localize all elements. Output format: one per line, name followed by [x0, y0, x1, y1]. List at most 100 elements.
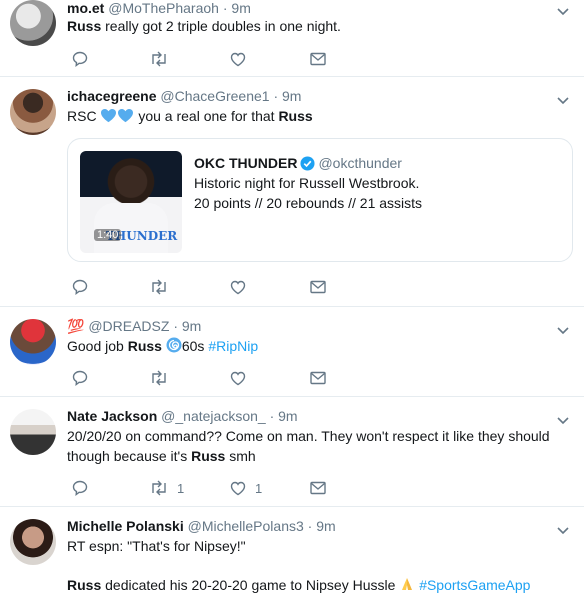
like-button[interactable]: [229, 277, 247, 297]
retweet-icon: [152, 51, 166, 67]
quoted-tweet-card[interactable]: THUNDER 1:40 OKC THUNDER @okcthunder Hist…: [67, 138, 573, 262]
avatar[interactable]: [10, 89, 56, 135]
chevron-down-icon[interactable]: [556, 323, 570, 337]
message-button[interactable]: [309, 277, 327, 297]
tweet[interactable]: 💯 @DREADSZ · 9m Good job Russ 60s #RipNi…: [0, 307, 584, 397]
separator: ·: [269, 408, 275, 424]
avatar[interactable]: [10, 409, 56, 455]
retweet-button[interactable]: [149, 368, 169, 388]
card-display-name[interactable]: OKC THUNDER: [194, 155, 297, 171]
display-name-emoji[interactable]: 💯: [67, 318, 84, 334]
blue-heart-icon: [101, 108, 117, 123]
like-count: 1: [255, 480, 263, 496]
reply-button[interactable]: [71, 277, 89, 297]
card-text-line: 20 points // 20 rebounds // 21 assists: [194, 195, 423, 211]
tweet-text: 20/20/20 on command?? Come on man. They …: [67, 428, 550, 464]
tweet[interactable]: ichacegreene @ChaceGreene1 · 9m RSC you …: [0, 77, 584, 307]
chevron-down-icon[interactable]: [556, 413, 570, 427]
reply-icon: [72, 279, 88, 296]
tweet-text: Good job Russ 60s #RipNip: [67, 337, 259, 354]
retweet-button[interactable]: 1: [149, 478, 184, 498]
chevron-down-icon[interactable]: [556, 93, 570, 107]
envelope-icon: [310, 280, 326, 294]
like-button[interactable]: [229, 368, 247, 388]
username[interactable]: @DREADSZ: [88, 318, 169, 334]
message-button[interactable]: [309, 49, 327, 69]
tweet[interactable]: mo.et @MoThePharaoh · 9m Russ really got…: [0, 0, 584, 77]
separator: ·: [307, 518, 313, 534]
timestamp[interactable]: 9m: [278, 408, 297, 424]
tweet-actions: [67, 49, 367, 69]
like-button[interactable]: [229, 49, 247, 69]
display-name[interactable]: Michelle Polanski: [67, 518, 184, 534]
envelope-icon: [310, 371, 326, 385]
tweet-header: ichacegreene @ChaceGreene1 · 9m: [67, 87, 301, 105]
tweet-header: Nate Jackson @_natejackson_ · 9m: [67, 407, 298, 425]
tweet-text-line: RT espn: "That's for Nipsey!": [67, 538, 246, 554]
tweet-text: Russ really got 2 triple doubles in one …: [67, 18, 341, 34]
envelope-icon: [310, 481, 326, 495]
avatar[interactable]: [10, 519, 56, 565]
retweet-icon: [152, 370, 166, 386]
retweet-button[interactable]: [149, 49, 169, 69]
display-name[interactable]: mo.et: [67, 0, 104, 16]
cyclone-icon: [166, 337, 182, 353]
reply-button[interactable]: [71, 478, 89, 498]
separator: ·: [222, 0, 228, 16]
reply-icon: [72, 370, 88, 387]
avatar[interactable]: [10, 319, 56, 365]
heart-icon: [230, 371, 246, 386]
tweet-actions: [67, 277, 367, 297]
tweet-header: mo.et @MoThePharaoh · 9m: [67, 0, 251, 17]
heart-icon: [230, 280, 246, 295]
tweet[interactable]: Nate Jackson @_natejackson_ · 9m 20/20/2…: [0, 397, 584, 507]
folded-hands-icon: [402, 578, 413, 590]
retweet-icon: [152, 480, 166, 496]
display-name[interactable]: ichacegreene: [67, 88, 157, 104]
avatar[interactable]: [10, 0, 56, 46]
reply-button[interactable]: [71, 368, 89, 388]
timestamp[interactable]: 9m: [316, 518, 335, 534]
card-header: OKC THUNDER @okcthunder: [194, 155, 402, 171]
mention-russ: Russ: [278, 108, 313, 124]
video-duration: 1:40: [94, 229, 122, 241]
chevron-down-icon[interactable]: [556, 523, 570, 537]
reply-button[interactable]: [71, 49, 89, 69]
retweet-button[interactable]: [149, 277, 169, 297]
timestamp[interactable]: 9m: [231, 0, 250, 16]
tweet-header: Michelle Polanski @MichellePolans3 · 9m: [67, 517, 336, 535]
card-username[interactable]: @okcthunder: [318, 155, 401, 171]
verified-badge-icon: [300, 156, 315, 171]
mention-russ: Russ: [67, 577, 102, 593]
hashtag-link[interactable]: #SportsGameApp: [419, 577, 530, 593]
retweet-count: 1: [177, 480, 185, 496]
video-thumbnail[interactable]: THUNDER 1:40: [80, 151, 182, 253]
retweet-icon: [152, 279, 166, 295]
tweet-header: 💯 @DREADSZ · 9m: [67, 317, 201, 335]
hashtag-link[interactable]: #RipNip: [208, 338, 258, 354]
tweet[interactable]: Michelle Polanski @MichellePolans3 · 9m …: [0, 507, 584, 603]
like-button[interactable]: 1: [229, 478, 262, 498]
tweet-actions: [67, 368, 367, 388]
username[interactable]: @MichellePolans3: [188, 518, 304, 534]
timestamp[interactable]: 9m: [182, 318, 201, 334]
reply-icon: [72, 480, 88, 497]
heart-icon: [230, 52, 246, 67]
tweet-text: RSC you a real one for that Russ: [67, 108, 313, 124]
username[interactable]: @_natejackson_: [161, 408, 266, 424]
display-name[interactable]: Nate Jackson: [67, 408, 157, 424]
message-button[interactable]: [309, 478, 327, 498]
mention-russ: Russ: [127, 338, 162, 354]
tweet-text: Russ dedicated his 20-20-20 game to Nips…: [67, 577, 531, 593]
tweet-actions: 1 1: [67, 478, 367, 498]
username[interactable]: @ChaceGreene1: [160, 88, 269, 104]
heart-icon: [230, 481, 246, 496]
username[interactable]: @MoThePharaoh: [108, 0, 219, 16]
chevron-down-icon[interactable]: [556, 4, 570, 18]
separator: ·: [273, 88, 279, 104]
separator: ·: [173, 318, 178, 334]
blue-heart-icon: [118, 108, 134, 123]
timestamp[interactable]: 9m: [282, 88, 301, 104]
message-button[interactable]: [309, 368, 327, 388]
mention-russ: Russ: [67, 18, 102, 34]
